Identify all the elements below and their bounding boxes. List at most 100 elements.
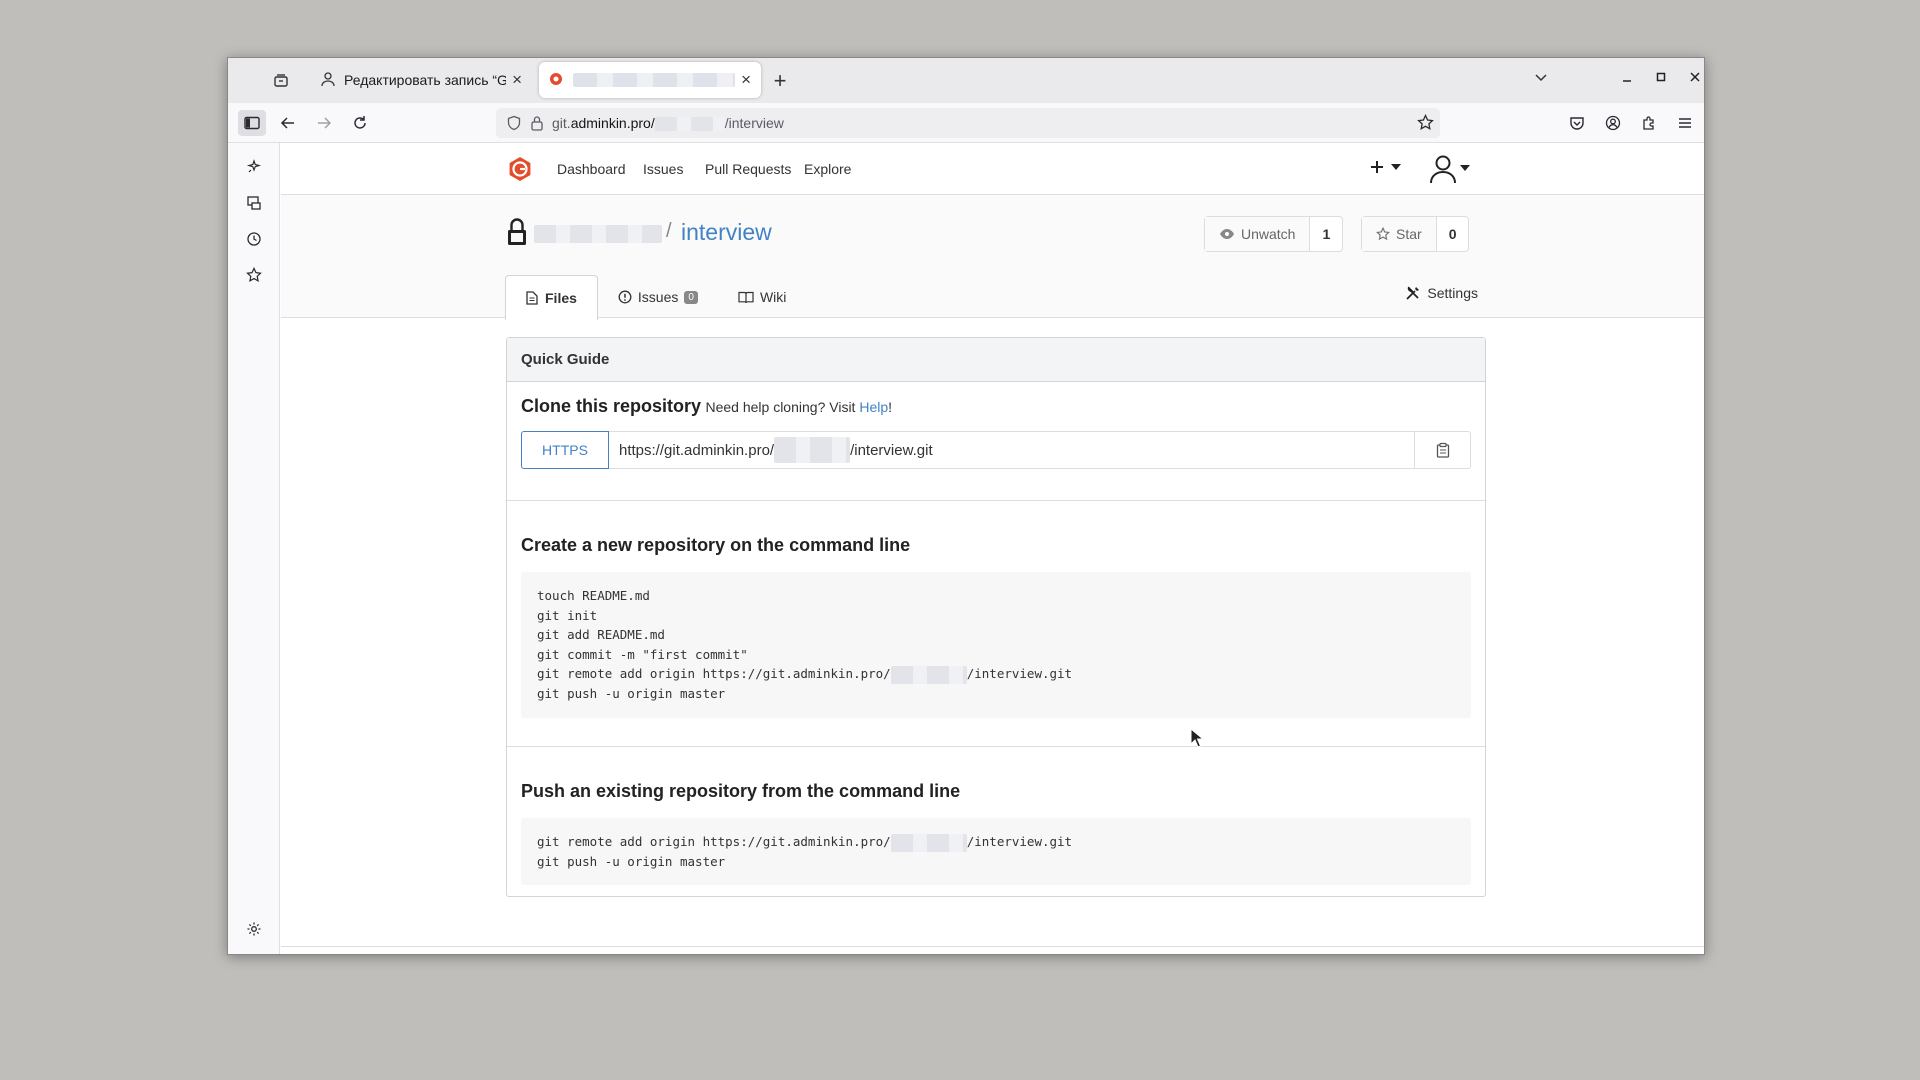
tab-title: Редактировать запись “Gi <box>344 72 507 88</box>
star-label: Star <box>1396 226 1422 242</box>
clone-url-input[interactable]: https://git.adminkin.pro/ /interview.git <box>609 431 1415 469</box>
code-line: git add README.md <box>537 627 665 643</box>
reload-icon[interactable] <box>346 110 374 136</box>
unwatch-button[interactable]: Unwatch <box>1205 217 1311 251</box>
user-icon <box>320 71 336 90</box>
unwatch-label: Unwatch <box>1241 226 1296 242</box>
push-title: Push an existing repository from the com… <box>521 781 961 801</box>
gitea-logo-icon[interactable] <box>507 156 533 182</box>
copy-button[interactable] <box>1415 431 1471 469</box>
url-bar[interactable]: git.adminkin.pro/ /interview <box>496 108 1440 138</box>
repo-name[interactable]: interview <box>681 219 772 246</box>
url-domain: adminkin.pro/ <box>570 114 655 131</box>
clone-url-redacted <box>774 437 851 463</box>
back-icon[interactable] <box>274 110 302 136</box>
browser-window: Редактировать запись “Gi × × + git.admin… <box>227 57 1705 955</box>
new-repo-section: Create a new repository on the command l… <box>507 501 1485 747</box>
maximize-icon[interactable] <box>1655 70 1667 89</box>
close-window-icon[interactable] <box>1689 70 1701 89</box>
url-prefix: git. <box>552 114 571 131</box>
menu-issues[interactable]: Issues <box>643 161 683 177</box>
repo-header: / interview Unwatch 1 Star 0 Files Issue… <box>281 195 1704 320</box>
ai-chat-icon[interactable] <box>240 153 268 181</box>
tab-settings[interactable]: Settings <box>1405 285 1478 301</box>
close-icon[interactable]: × <box>512 70 522 90</box>
url-redacted <box>654 117 725 132</box>
extensions-icon[interactable] <box>1635 110 1663 136</box>
new-repo-code: touch README.md git init git add README.… <box>521 572 1471 718</box>
tab-files-label: Files <box>545 290 577 306</box>
footer-divider <box>281 946 1704 947</box>
code-line-end: /interview.git <box>966 834 1073 849</box>
tab-settings-label: Settings <box>1427 285 1478 301</box>
new-tab-icon[interactable]: + <box>767 68 793 94</box>
menu-explore[interactable]: Explore <box>804 161 851 177</box>
tab-overview-icon[interactable] <box>268 68 294 94</box>
sidebar-toggle-icon[interactable] <box>238 110 266 136</box>
menu-icon[interactable] <box>1671 110 1699 136</box>
create-new-menu[interactable] <box>1368 156 1402 184</box>
repo-tabs: Files Issues 0 Wiki <box>505 275 806 320</box>
account-icon[interactable] <box>1599 110 1627 136</box>
code-line: git push -u origin master <box>537 853 726 869</box>
code-line-start: git remote add origin https://git.admink… <box>537 834 891 849</box>
star-icon <box>1376 227 1390 241</box>
star-count[interactable]: 0 <box>1437 217 1469 251</box>
shield-icon[interactable] <box>506 115 522 134</box>
minimize-icon[interactable] <box>1621 70 1633 89</box>
gitea-top-nav: Dashboard Issues Pull Requests Explore <box>281 143 1704 195</box>
tab-list-icon[interactable] <box>1534 70 1548 89</box>
push-code: git remote add origin https://git.admink… <box>521 818 1471 886</box>
bookmark-star-icon[interactable] <box>1417 113 1434 134</box>
new-repo-title: Create a new repository on the command l… <box>521 535 911 555</box>
clone-help-end: ! <box>888 399 893 415</box>
issues-count-badge: 0 <box>684 290 698 304</box>
tab-files[interactable]: Files <box>505 275 598 320</box>
browser-sidebar <box>228 143 280 954</box>
tab-title-redacted <box>573 73 736 87</box>
tab-wiki[interactable]: Wiki <box>718 275 806 319</box>
watch-count[interactable]: 1 <box>1310 217 1342 251</box>
close-icon[interactable]: × <box>741 70 751 90</box>
tab-issues-label: Issues <box>637 289 679 305</box>
clone-url-start: https://git.adminkin.pro/ <box>619 441 775 459</box>
code-line-end: /interview.git <box>966 666 1073 682</box>
code-line: git remote add origin https://git.admink… <box>537 832 1455 852</box>
forward-icon[interactable] <box>310 110 338 136</box>
star-button-group: Star 0 <box>1361 216 1470 252</box>
code-line: git commit -m "first commit" <box>537 646 748 662</box>
tools-icon <box>1405 285 1421 301</box>
clone-help: Need help cloning? Visit Help! <box>705 399 892 415</box>
clone-url-row: HTTPS https://git.adminkin.pro/ /intervi… <box>521 431 1471 469</box>
gitea-page: Dashboard Issues Pull Requests Explore /… <box>281 143 1704 954</box>
repo-separator: / <box>666 220 672 242</box>
code-line: touch README.md <box>537 588 650 603</box>
code-line: git init <box>537 607 598 623</box>
issue-icon <box>618 290 632 304</box>
code-redacted <box>890 665 967 684</box>
clone-url-end: /interview.git <box>850 441 933 459</box>
tab-wiki-label: Wiki <box>759 289 787 305</box>
repo-owner-redacted[interactable] <box>534 225 662 243</box>
nav-bar: git.adminkin.pro/ /interview <box>228 103 1704 143</box>
eye-icon <box>1219 228 1235 240</box>
menu-pull-requests[interactable]: Pull Requests <box>705 161 791 177</box>
quick-guide: Quick Guide Clone this repository Need h… <box>506 337 1486 897</box>
avatar[interactable] <box>1429 153 1473 190</box>
star-button[interactable]: Star <box>1362 217 1437 251</box>
gear-icon[interactable] <box>240 915 268 943</box>
https-button[interactable]: HTTPS <box>521 431 609 469</box>
help-link[interactable]: Help <box>859 399 888 415</box>
tab-gitea-repo[interactable]: × <box>539 62 761 98</box>
tab-issues[interactable]: Issues 0 <box>598 275 718 319</box>
menu-dashboard[interactable]: Dashboard <box>557 161 626 177</box>
code-redacted <box>890 833 967 852</box>
url-text: git.adminkin.pro/ /interview <box>552 114 784 132</box>
tab-edit-entry[interactable]: Редактировать запись “Gi × <box>310 62 532 98</box>
pocket-icon[interactable] <box>1563 110 1591 136</box>
history-icon[interactable] <box>240 225 268 253</box>
bookmarks-icon[interactable] <box>240 261 268 289</box>
synced-tabs-icon[interactable] <box>240 189 268 217</box>
clone-section: Clone this repository Need help cloning?… <box>507 382 1485 501</box>
lock-icon[interactable] <box>530 115 544 134</box>
